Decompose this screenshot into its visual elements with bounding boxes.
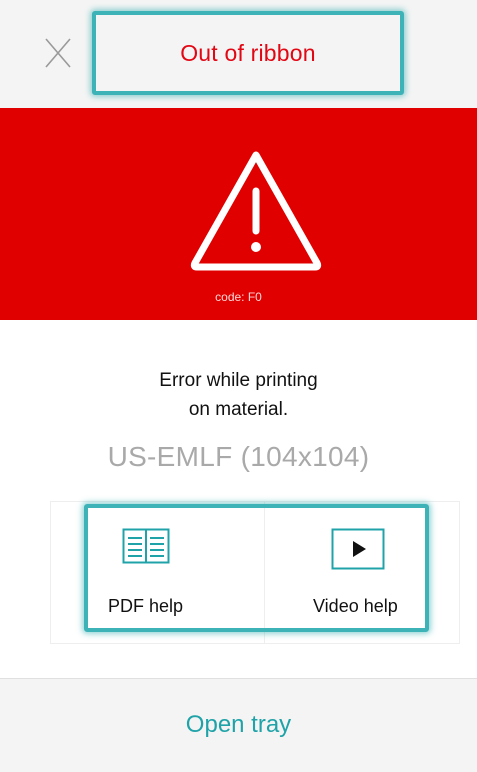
close-icon [45,38,71,68]
page-title: Out of ribbon [180,39,316,66]
book-icon [122,528,170,564]
open-tray-label: Open tray [185,710,292,738]
error-screen: Out of ribbon code: F0 Error while print… [0,0,477,772]
alert-banner: code: F0 [0,108,477,320]
warning-icon [190,151,322,271]
header-bar: Out of ribbon [0,0,477,108]
error-message: Error while printing on material. [0,366,477,424]
error-code: code: F0 [215,290,262,304]
pdf-help-label: PDF help [108,596,184,616]
error-message-line-1: Error while printing [159,370,318,391]
close-button[interactable] [44,35,72,71]
material-name: US-EMLF (104x104) [107,441,370,472]
error-message-line-2: on material. [188,399,289,420]
pdf-help-button[interactable]: PDF help [88,508,264,628]
play-icon [331,528,385,570]
video-help-label: Video help [313,596,398,616]
video-help-button[interactable]: Video help [265,508,425,628]
title-highlight: Out of ribbon [92,11,404,95]
open-tray-button[interactable]: Open tray [0,679,477,772]
